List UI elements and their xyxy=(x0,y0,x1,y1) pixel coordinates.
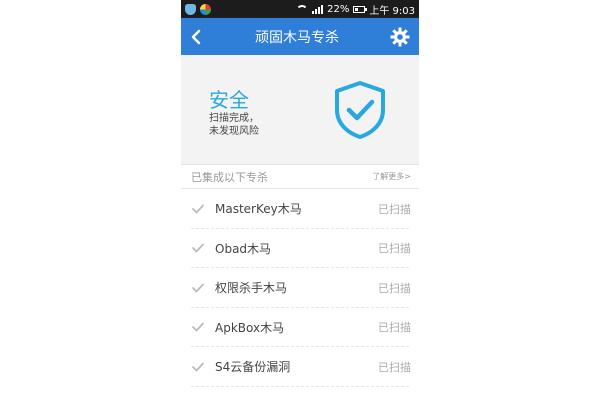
item-status: 已扫描 xyxy=(378,202,411,216)
item-name: 权限杀手木马 xyxy=(215,281,288,296)
clock: 上午 9:03 xyxy=(369,5,415,17)
gear-icon xyxy=(390,27,410,46)
wifi-icon xyxy=(296,4,309,14)
shield-icon xyxy=(185,3,196,15)
item-status: 已扫描 xyxy=(378,281,411,295)
item-status: 已扫描 xyxy=(378,360,411,374)
scan-result-panel: 安全 扫描完成， 未发现风险 xyxy=(181,55,419,165)
battery-icon xyxy=(353,5,368,13)
list-item[interactable]: S4云备份漏洞 已扫描 xyxy=(181,347,419,387)
item-name: MasterKey木马 xyxy=(215,202,302,217)
status-bar-left xyxy=(185,3,211,15)
check-icon xyxy=(191,203,205,215)
page-title: 顽固木马专杀 xyxy=(255,29,339,46)
battery-percent: 22% xyxy=(327,3,350,15)
scan-description: 扫描完成， 未发现风险 xyxy=(209,112,259,138)
status-bar-right: 22% 上午 9:03 xyxy=(296,2,415,17)
safety-status: 安全 xyxy=(209,88,249,112)
check-icon xyxy=(191,282,205,294)
back-icon xyxy=(191,29,201,44)
item-name: ApkBox木马 xyxy=(215,320,285,335)
app-header: 顽固木马专杀 xyxy=(181,18,419,55)
back-button[interactable] xyxy=(187,26,205,48)
learn-more-link[interactable]: 了解更多> xyxy=(372,171,411,182)
trojan-list: MasterKey木马 已扫描 Obad木马 已扫描 权限杀手木马 已扫描 Ap… xyxy=(181,189,419,387)
list-item[interactable]: ApkBox木马 已扫描 xyxy=(181,308,419,348)
item-name: S4云备份漏洞 xyxy=(215,360,291,375)
item-name: Obad木马 xyxy=(215,241,272,256)
scan-desc-line2: 未发现风险 xyxy=(209,126,259,137)
signal-icon xyxy=(312,4,324,14)
list-item[interactable]: MasterKey木马 已扫描 xyxy=(181,189,419,229)
settings-button[interactable] xyxy=(389,26,411,48)
circle-app-icon xyxy=(200,3,211,15)
scan-desc-line1: 扫描完成， xyxy=(209,113,259,124)
section-title: 已集成以下专杀 xyxy=(191,170,268,184)
check-icon xyxy=(191,242,205,254)
status-bar: 22% 上午 9:03 xyxy=(181,0,419,18)
list-item[interactable]: 权限杀手木马 已扫描 xyxy=(181,268,419,308)
check-icon xyxy=(191,321,205,333)
shield-check-icon xyxy=(333,80,387,140)
list-item[interactable]: Obad木马 已扫描 xyxy=(181,229,419,269)
item-status: 已扫描 xyxy=(378,242,411,256)
section-header: 已集成以下专杀 了解更多> xyxy=(181,165,419,189)
phone-screen: 22% 上午 9:03 顽固木马专杀 安全 扫描完成， 未发现风险 已集成以下专… xyxy=(181,0,419,400)
item-status: 已扫描 xyxy=(378,321,411,335)
check-icon xyxy=(191,361,205,373)
